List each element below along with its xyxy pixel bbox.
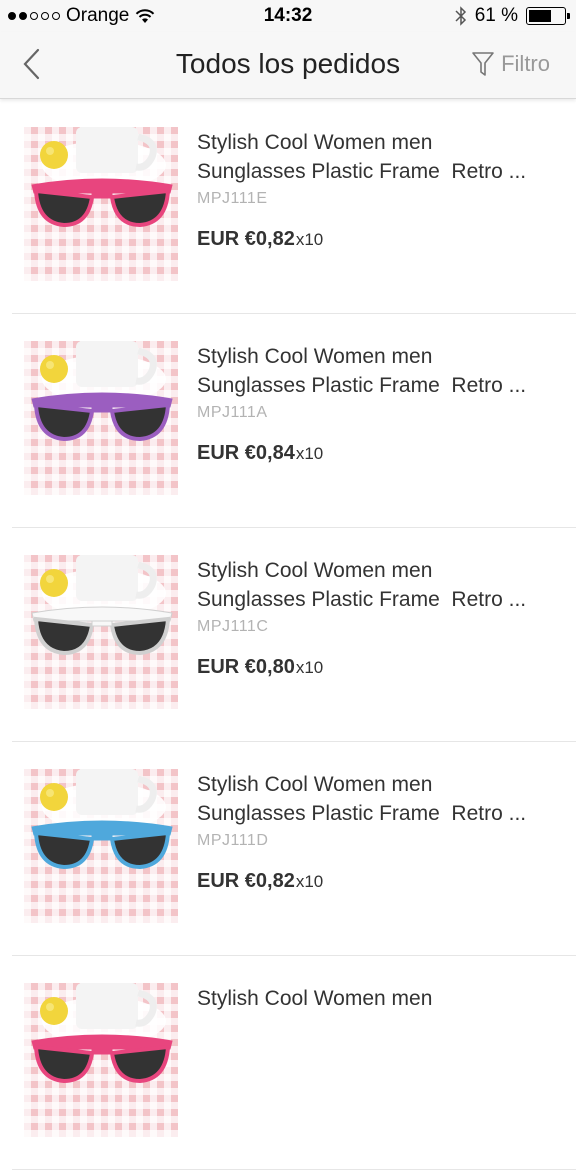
product-info: Stylish Cool Women men Sunglasses Plasti… [197, 128, 566, 251]
order-item[interactable]: Stylish Cool Women men Sunglasses Plasti… [12, 742, 576, 956]
product-quantity: x10 [295, 658, 324, 677]
product-price: EUR €0,82 [197, 228, 295, 250]
product-quantity: x10 [295, 444, 324, 463]
product-sku: MPJ111E [197, 190, 268, 207]
product-sku: MPJ111D [197, 832, 269, 849]
navigation-bar: Todos los pedidos Filtro [0, 32, 576, 99]
product-thumbnail[interactable] [24, 769, 178, 923]
product-sku: MPJ111A [197, 404, 268, 421]
product-price: EUR €0,84 [197, 442, 295, 464]
product-title-line-2: Sunglasses Plastic Frame Retro ... [197, 588, 527, 611]
price-row: EUR €0,84 x10 [197, 442, 566, 465]
product-thumbnail[interactable] [24, 127, 178, 281]
product-info: Stylish Cool Women men Sunglasses Plasti… [197, 342, 566, 465]
bluetooth-icon [455, 6, 466, 26]
product-thumbnail[interactable] [24, 983, 178, 1137]
filter-button[interactable]: Filtro [471, 50, 550, 78]
product-title-line-1: Stylish Cool Women men [197, 559, 433, 582]
status-right: 61 % [455, 5, 570, 27]
product-title-line-1: Stylish Cool Women men [197, 131, 433, 154]
product-thumbnail[interactable] [24, 341, 178, 495]
product-title-line-2: Sunglasses Plastic Frame Retro ... [197, 374, 527, 397]
order-item[interactable]: Stylish Cool Women men [12, 956, 576, 1170]
status-bar: Orange 14:32 61 % [0, 0, 576, 32]
product-info: Stylish Cool Women men Sunglasses Plasti… [197, 556, 566, 679]
product-title-line-2: Sunglasses Plastic Frame Retro ... [197, 802, 527, 825]
product-title-line-1: Stylish Cool Women men [197, 345, 433, 368]
order-list: Stylish Cool Women men Sunglasses Plasti… [0, 100, 576, 1170]
battery-percent: 61 % [474, 5, 518, 26]
product-sku: MPJ111C [197, 618, 269, 635]
product-info: Stylish Cool Women men Sunglasses Plasti… [197, 770, 566, 893]
price-row: EUR €0,82 x10 [197, 228, 566, 251]
product-info: Stylish Cool Women men [197, 984, 566, 1033]
product-quantity: x10 [295, 872, 324, 891]
price-row: EUR €0,80 x10 [197, 656, 566, 679]
product-title-line-1: Stylish Cool Women men [197, 987, 433, 1010]
order-item[interactable]: Stylish Cool Women men Sunglasses Plasti… [12, 314, 576, 528]
product-title-line-1: Stylish Cool Women men [197, 773, 433, 796]
battery-icon [526, 7, 570, 25]
product-title-line-2: Sunglasses Plastic Frame Retro ... [197, 160, 527, 183]
filter-funnel-icon [472, 52, 494, 76]
product-price: EUR €0,82 [197, 870, 295, 892]
price-row: EUR €0,82 x10 [197, 870, 566, 893]
product-thumbnail[interactable] [24, 555, 178, 709]
product-price: EUR €0,80 [197, 656, 295, 678]
product-quantity: x10 [295, 230, 324, 249]
order-item[interactable]: Stylish Cool Women men Sunglasses Plasti… [12, 100, 576, 314]
filter-label: Filtro [501, 51, 550, 76]
order-item[interactable]: Stylish Cool Women men Sunglasses Plasti… [12, 528, 576, 742]
